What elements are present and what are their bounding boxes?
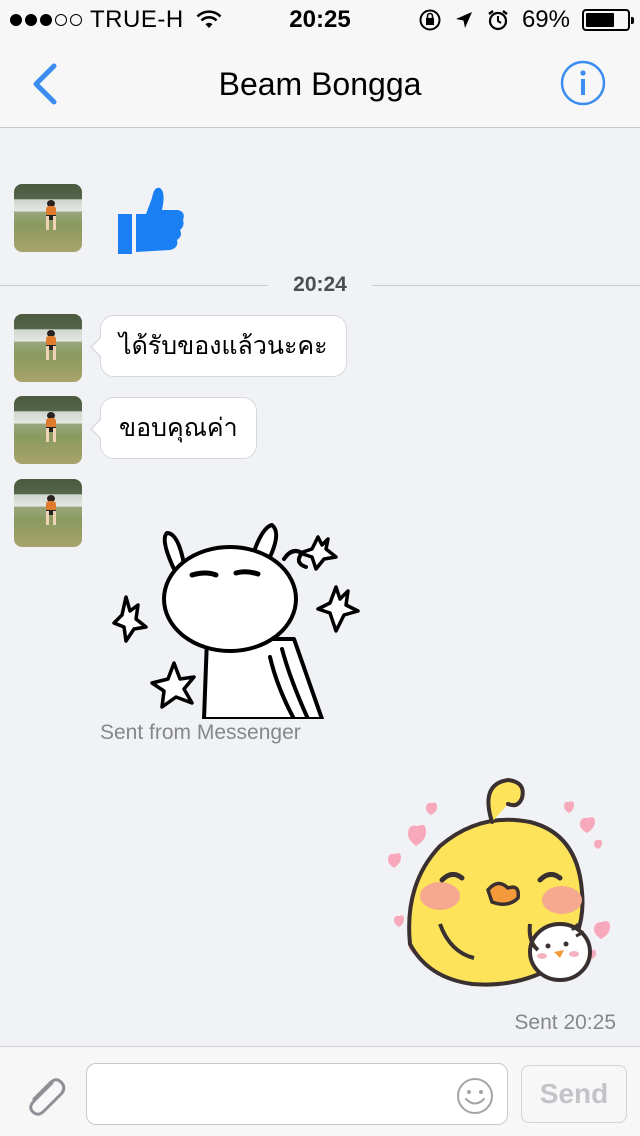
send-button[interactable]: Send [521, 1065, 627, 1123]
incoming-message-bubble[interactable]: ขอบคุณค่า [90, 397, 257, 459]
battery-percent: 69% [521, 6, 570, 33]
timestamp-divider: 20:24 [0, 269, 640, 303]
conversation-title: Beam Bongga [218, 66, 422, 102]
delivery-status: Sent 20:25 [514, 1011, 616, 1034]
previous-sticker [430, 129, 580, 144]
alarm-icon [488, 10, 508, 31]
rotation-lock-icon [419, 9, 441, 31]
paperclip-icon[interactable] [22, 1073, 68, 1119]
nav-bar: Beam Bongga [0, 40, 640, 128]
status-bar: TRUE-H 20:25 69% [0, 0, 640, 40]
battery-icon [582, 9, 634, 31]
contact-avatar[interactable] [14, 396, 82, 464]
contact-avatar[interactable] [14, 314, 82, 382]
sticker-caption: Sent from Messenger [100, 721, 301, 744]
message-composer: Send [0, 1046, 640, 1136]
thumbs-up-icon [118, 187, 184, 254]
contact-avatar[interactable] [14, 479, 82, 547]
message-input[interactable] [86, 1063, 508, 1125]
rabbit-sticker[interactable] [112, 519, 362, 719]
location-arrow-icon [455, 12, 472, 28]
smiley-icon[interactable] [456, 1077, 494, 1115]
message-list[interactable]: 20:24 ได้รับของแล้วนะคะ ขอบคุณค่า Sent f… [0, 129, 640, 1046]
contact-avatar[interactable] [14, 184, 82, 252]
info-icon[interactable] [560, 60, 606, 106]
incoming-message-bubble[interactable]: ได้รับของแล้วนะคะ [90, 315, 347, 377]
chick-sticker[interactable] [380, 774, 630, 999]
